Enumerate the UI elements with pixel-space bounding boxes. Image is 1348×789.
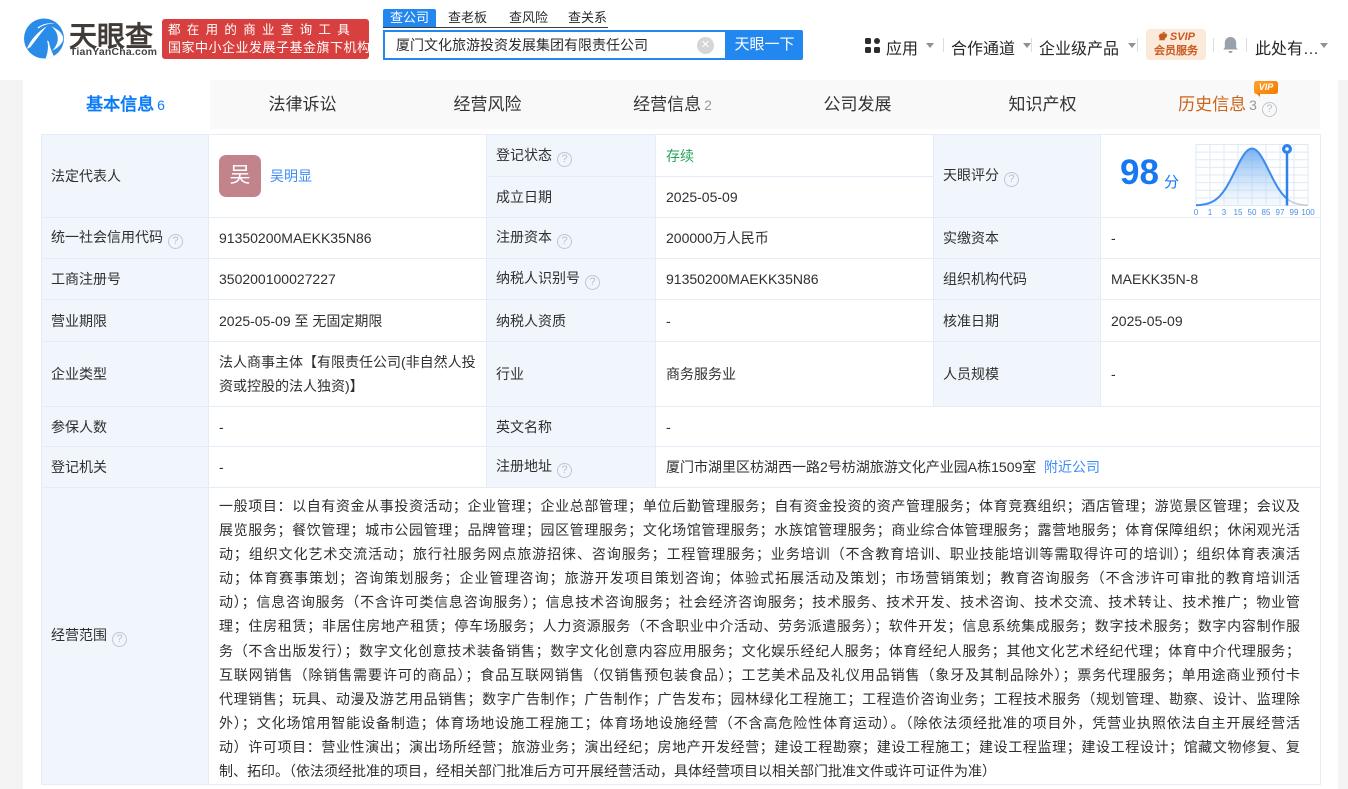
svg-text:100: 100 xyxy=(1301,208,1315,216)
svg-text:3: 3 xyxy=(1222,208,1227,216)
svg-text:15: 15 xyxy=(1234,208,1243,216)
svg-text:85: 85 xyxy=(1262,208,1271,216)
svg-text:0: 0 xyxy=(1194,208,1199,216)
svg-text:99: 99 xyxy=(1290,208,1299,216)
svg-text:50: 50 xyxy=(1248,208,1257,216)
svg-text:1: 1 xyxy=(1208,208,1213,216)
svg-text:97: 97 xyxy=(1276,208,1285,216)
